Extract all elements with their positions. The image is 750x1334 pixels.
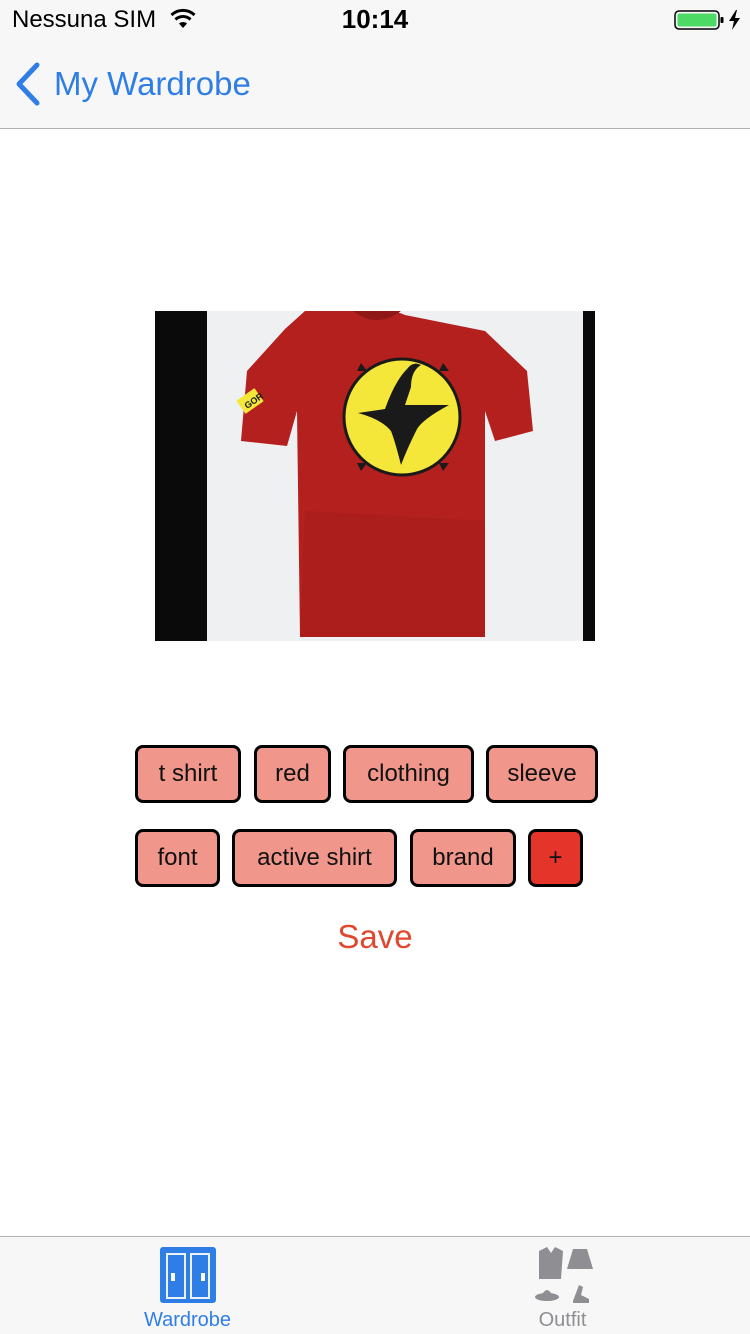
add-tag-button[interactable]: + <box>528 829 583 887</box>
tab-wardrobe[interactable]: Wardrobe <box>0 1237 375 1334</box>
tshirt-image: GOR <box>155 311 595 641</box>
screen: Nessuna SIM 10:14 My Wardrobe GOR t shir… <box>0 0 750 1334</box>
tag-active-shirt[interactable]: active shirt <box>232 829 397 887</box>
navigation-bar: My Wardrobe <box>0 40 750 129</box>
wardrobe-icon <box>160 1247 216 1303</box>
tag-clothing[interactable]: clothing <box>343 745 474 803</box>
tab-outfit-label: Outfit <box>538 1309 587 1331</box>
tag-font[interactable]: font <box>135 829 220 887</box>
tab-wardrobe-label: Wardrobe <box>143 1309 232 1331</box>
back-button[interactable]: My Wardrobe <box>14 60 251 108</box>
item-photo: GOR <box>155 311 595 641</box>
tag-brand[interactable]: brand <box>410 829 516 887</box>
status-bar: Nessuna SIM 10:14 <box>0 0 750 40</box>
save-button[interactable]: Save <box>0 918 750 956</box>
status-time: 10:14 <box>341 4 409 34</box>
tag-sleeve[interactable]: sleeve <box>486 745 598 803</box>
tab-outfit[interactable]: Outfit <box>375 1237 750 1334</box>
tag-red[interactable]: red <box>254 745 331 803</box>
back-button-label: My Wardrobe <box>54 65 251 102</box>
chevron-left-icon <box>16 62 40 106</box>
battery-charging-icon <box>674 10 740 30</box>
tab-bar: Wardrobe Outfit <box>0 1236 750 1334</box>
outfit-icon <box>535 1247 593 1303</box>
tag-t-shirt[interactable]: t shirt <box>135 745 241 803</box>
